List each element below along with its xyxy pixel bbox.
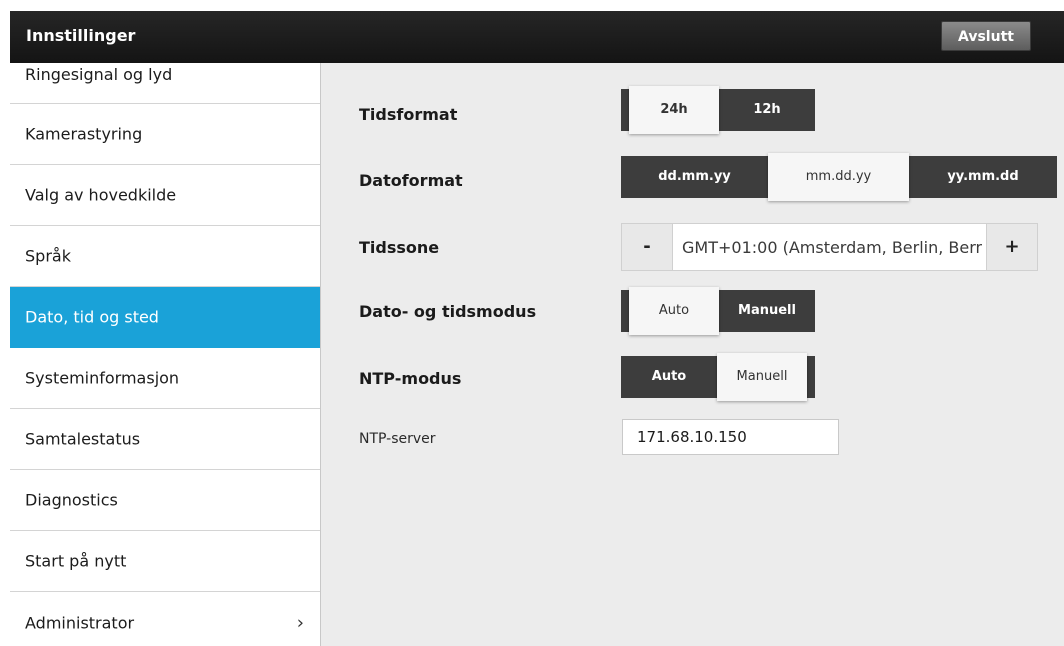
sidebar-item-label: Start på nytt	[25, 551, 127, 571]
timezone-value: GMT+01:00 (Amsterdam, Berlin, Bern, Rome…	[682, 238, 982, 257]
sidebar-item-administrator[interactable]: Administrator ›	[10, 592, 320, 646]
timezone-label: Tidssone	[359, 238, 440, 257]
ntp-server-input[interactable]: 171.68.10.150	[622, 419, 839, 455]
date-format-toggle: dd.mm.yy mm.dd.yy yy.mm.dd	[621, 153, 1057, 201]
sidebar-item-date-time-location[interactable]: Dato, tid og sted	[10, 287, 320, 348]
timezone-stepper: - GMT+01:00 (Amsterdam, Berlin, Bern, Ro…	[621, 223, 1038, 271]
sidebar-item-label: Administrator	[25, 613, 135, 632]
time-format-12h-option[interactable]: 12h	[719, 89, 815, 131]
sidebar-item-label: Valg av hovedkilde	[25, 185, 177, 205]
sidebar-item-label: Systeminformasjon	[25, 368, 180, 388]
ntp-mode-toggle: Auto Manuell	[621, 353, 815, 401]
ntp-mode-auto-option[interactable]: Auto	[621, 356, 717, 398]
timezone-decrease-button[interactable]: -	[622, 224, 673, 270]
datetime-mode-auto-option[interactable]: Auto	[629, 287, 719, 335]
ntp-mode-manual-option[interactable]: Manuell	[717, 353, 807, 401]
ntp-server-label: NTP-server	[359, 431, 436, 447]
chevron-right-icon: ›	[296, 612, 304, 633]
time-format-24h-option[interactable]: 24h	[629, 86, 719, 134]
top-bar: Innstillinger Avslutt	[10, 11, 1064, 63]
sidebar-item-ringtone-sound[interactable]: Ringesignal og lyd	[10, 63, 320, 104]
sidebar-item-main-source[interactable]: Valg av hovedkilde	[10, 165, 320, 226]
time-format-label: Tidsformat	[359, 105, 458, 124]
exit-button[interactable]: Avslutt	[941, 21, 1031, 51]
sidebar: Ringesignal og lyd Kamerastyring Valg av…	[10, 63, 321, 646]
time-format-toggle: 24h 12h	[621, 86, 815, 134]
sidebar-item-label: Dato, tid og sted	[25, 307, 159, 327]
datetime-mode-toggle: Auto Manuell	[621, 287, 815, 335]
sidebar-item-restart[interactable]: Start på nytt	[10, 531, 320, 592]
settings-window: Innstillinger Avslutt Ringesignal og lyd…	[10, 11, 1064, 646]
sidebar-item-camera-control[interactable]: Kamerastyring	[10, 104, 320, 165]
sidebar-item-system-info[interactable]: Systeminformasjon	[10, 348, 320, 409]
sidebar-item-label: Diagnostics	[25, 490, 118, 510]
timezone-increase-button[interactable]: +	[986, 224, 1037, 270]
date-format-label: Datoformat	[359, 171, 463, 190]
sidebar-item-call-status[interactable]: Samtalestatus	[10, 409, 320, 470]
date-format-ddmmyy-option[interactable]: dd.mm.yy	[621, 156, 768, 198]
sidebar-item-label: Samtalestatus	[25, 429, 141, 449]
sidebar-item-label: Språk	[25, 246, 71, 266]
sidebar-item-diagnostics[interactable]: Diagnostics	[10, 470, 320, 531]
sidebar-item-label: Ringesignal og lyd	[25, 65, 173, 84]
date-format-yymmdd-option[interactable]: yy.mm.dd	[909, 156, 1057, 198]
datetime-mode-manual-option[interactable]: Manuell	[719, 290, 815, 332]
date-format-mmddyy-option[interactable]: mm.dd.yy	[768, 153, 909, 201]
page-title: Innstillinger	[26, 26, 136, 45]
sidebar-item-language[interactable]: Språk	[10, 226, 320, 287]
datetime-mode-label: Dato- og tidsmodus	[359, 302, 537, 321]
ntp-mode-label: NTP-modus	[359, 369, 462, 388]
sidebar-item-label: Kamerastyring	[25, 124, 143, 144]
